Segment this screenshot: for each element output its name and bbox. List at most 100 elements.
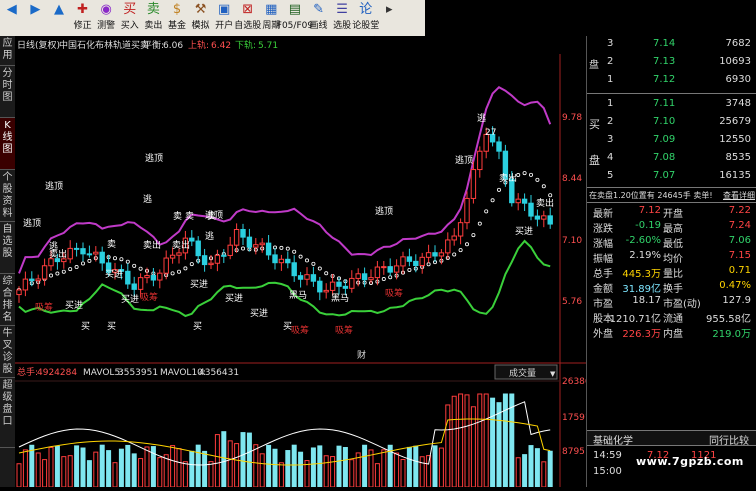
volume-total-value: 4924284 bbox=[37, 368, 77, 378]
toolbar-button-2[interactable]: ▲ bbox=[47, 0, 71, 36]
period-label: 日线(复权) bbox=[17, 39, 60, 51]
stat-value: 0.71 bbox=[728, 265, 751, 276]
large-order-notice[interactable]: 在卖盘1.20位置有 24645手 卖单! 查看详细 bbox=[587, 187, 756, 203]
stat-row: 股本 1210.71亿 流通 955.58亿 bbox=[587, 309, 756, 325]
toolbar-label: 模拟 bbox=[191, 21, 210, 31]
candle-body bbox=[240, 228, 246, 238]
stat-label: 量比 bbox=[663, 269, 683, 280]
stat-row: 涨幅 -2.60% 最低 7.06 bbox=[587, 234, 756, 250]
stat-label: 涨幅 bbox=[593, 239, 613, 250]
signal-label: 买进 bbox=[190, 279, 208, 290]
toolbar-button-14[interactable]: ☰ 选股 bbox=[330, 0, 354, 36]
candle-body bbox=[221, 254, 227, 257]
notice-link[interactable]: 查看详细 bbox=[723, 190, 755, 201]
fund-icon: $ bbox=[172, 2, 182, 17]
toolbar-label: 测警 bbox=[97, 21, 116, 31]
volume-bar bbox=[189, 450, 195, 488]
toolbar-button-13[interactable]: ✎ 画线 bbox=[307, 0, 331, 36]
candle-body bbox=[342, 285, 349, 289]
sidebar-tab-7[interactable]: 超级盘口 bbox=[0, 378, 15, 448]
stat-label: 振幅 bbox=[593, 254, 613, 265]
quote-panel: 3 7.14 7682 盘 2 7.13 10693 1 7.12 6930 1 7.11 3748 买 2… bbox=[586, 36, 756, 487]
buy-level-row[interactable]: 盘 4 7.08 8535 bbox=[587, 150, 756, 168]
level-volume: 8535 bbox=[725, 152, 751, 163]
sell-level-row[interactable]: 1 7.12 6930 bbox=[587, 72, 756, 90]
stat-value: 18.17 bbox=[632, 295, 661, 306]
buy-level-row[interactable]: 3 7.09 12550 bbox=[587, 132, 756, 150]
volume-axis-2: 8795 bbox=[562, 447, 585, 457]
volume-bar bbox=[342, 447, 348, 488]
sidebar-tab-6[interactable]: 牛叉诊股 bbox=[0, 326, 15, 378]
price-axis-1: 8.44 bbox=[562, 174, 582, 184]
candle-body bbox=[534, 215, 541, 220]
stat-value: 7.06 bbox=[728, 235, 751, 246]
toolbar-button-9[interactable]: ▣ 开户 bbox=[212, 0, 236, 36]
level-number: 5 bbox=[607, 170, 614, 181]
up-arrow-icon: ▲ bbox=[53, 2, 64, 17]
toolbar-button-5[interactable]: 买买入 bbox=[118, 0, 142, 36]
toolbar-button-8[interactable]: ⚒ 模拟 bbox=[189, 0, 213, 36]
candle-body bbox=[73, 247, 80, 250]
candle-body bbox=[246, 236, 253, 248]
volume-bar bbox=[99, 444, 105, 488]
sidebar-tab-0[interactable]: 应用 bbox=[0, 36, 15, 66]
toolbar-button-1[interactable]: ▶ bbox=[24, 0, 48, 36]
toolbar-button-3[interactable]: ✚ 修正 bbox=[71, 0, 95, 36]
peer-compare-button[interactable]: 同行比较 bbox=[709, 432, 749, 447]
sell-level-row[interactable]: 3 7.14 7682 bbox=[587, 36, 756, 54]
buy-level-row[interactable]: 买 2 7.10 25679 bbox=[587, 114, 756, 132]
toolbar-button-7[interactable]: $ 基金 bbox=[165, 0, 189, 36]
signal-label: 逃顶 bbox=[145, 152, 163, 164]
signal-label: 卖 bbox=[185, 211, 194, 222]
toolbar-button-6[interactable]: 卖卖出 bbox=[142, 0, 166, 36]
toolbar-button-12[interactable]: ▤ F05/F09 bbox=[277, 0, 313, 36]
account-icon: ▣ bbox=[217, 2, 231, 17]
signal-label: 黑马 bbox=[331, 293, 349, 304]
stat-row: 外盘 226.3万 内盘 219.0万 bbox=[587, 324, 756, 340]
upper-label: 上轨: bbox=[188, 39, 209, 51]
volume-bar bbox=[547, 450, 553, 488]
sidebar-tab-5[interactable]: 综合排名 bbox=[0, 274, 15, 326]
sidebar-tab-3[interactable]: 个股资料 bbox=[0, 170, 15, 222]
sidebar-tab-2[interactable]: K线图 bbox=[0, 118, 15, 170]
kline-chart-area[interactable]: 日线(复权) 中国石化 布林轨道买卖 平衡: 6.06 上轨: 6.42 下轨:… bbox=[15, 36, 591, 488]
mid-label: 平衡: bbox=[143, 39, 164, 51]
signal-label: 逃顶 bbox=[375, 205, 393, 217]
candle-body bbox=[86, 253, 93, 256]
fix-icon: ✚ bbox=[77, 2, 89, 17]
sidebar-tab-1[interactable]: 分时图 bbox=[0, 66, 15, 118]
toolbar-label: 开户 bbox=[215, 21, 234, 31]
signal-label: 27 bbox=[485, 128, 496, 138]
candle-body bbox=[201, 255, 208, 266]
kline-chart-svg[interactable]: 日线(复权) 中国石化 布林轨道买卖 平衡: 6.06 上轨: 6.42 下轨:… bbox=[15, 36, 591, 488]
toolbar-button-4[interactable]: ◉ 测警 bbox=[94, 0, 118, 36]
signal-label: 买进 bbox=[105, 269, 123, 280]
stat-row: 振幅 2.19% 均价 7.15 bbox=[587, 249, 756, 265]
period-icon: ▦ bbox=[265, 2, 278, 17]
level-volume: 7682 bbox=[725, 38, 751, 49]
sell-level-row[interactable]: 盘 2 7.13 10693 bbox=[587, 54, 756, 72]
volume-bar bbox=[86, 460, 92, 488]
toolbar-button-10[interactable]: ⊠ 自选股 bbox=[234, 0, 261, 36]
candle-body bbox=[272, 254, 278, 264]
signal-label: 卖出 bbox=[143, 239, 161, 251]
stat-value: 7.15 bbox=[728, 250, 751, 261]
level-number: 1 bbox=[607, 98, 614, 109]
candle-body bbox=[163, 257, 169, 274]
side-label: 买 bbox=[589, 118, 600, 131]
candle-body bbox=[278, 258, 285, 264]
toolbar-button-0[interactable]: ◀ bbox=[0, 0, 24, 36]
signal-label: 卖 bbox=[107, 239, 116, 250]
candle-body bbox=[336, 281, 342, 287]
sidebar-tab-4[interactable]: 自选股 bbox=[0, 222, 15, 274]
industry-bar[interactable]: 基础化学 同行比较 bbox=[587, 430, 756, 447]
stat-value: 0.47% bbox=[719, 280, 751, 291]
stat-label: 换手 bbox=[663, 284, 683, 295]
candle-body bbox=[329, 281, 336, 291]
toolbar-button-16[interactable]: ▸ bbox=[378, 0, 402, 36]
candle-body bbox=[541, 215, 547, 220]
toolbar-button-15[interactable]: 论论股堂 bbox=[352, 0, 379, 36]
buy-level-row[interactable]: 1 7.11 3748 bbox=[587, 96, 756, 114]
buy-level-row[interactable]: 5 7.07 16135 bbox=[587, 168, 756, 186]
candle-body bbox=[349, 277, 355, 289]
